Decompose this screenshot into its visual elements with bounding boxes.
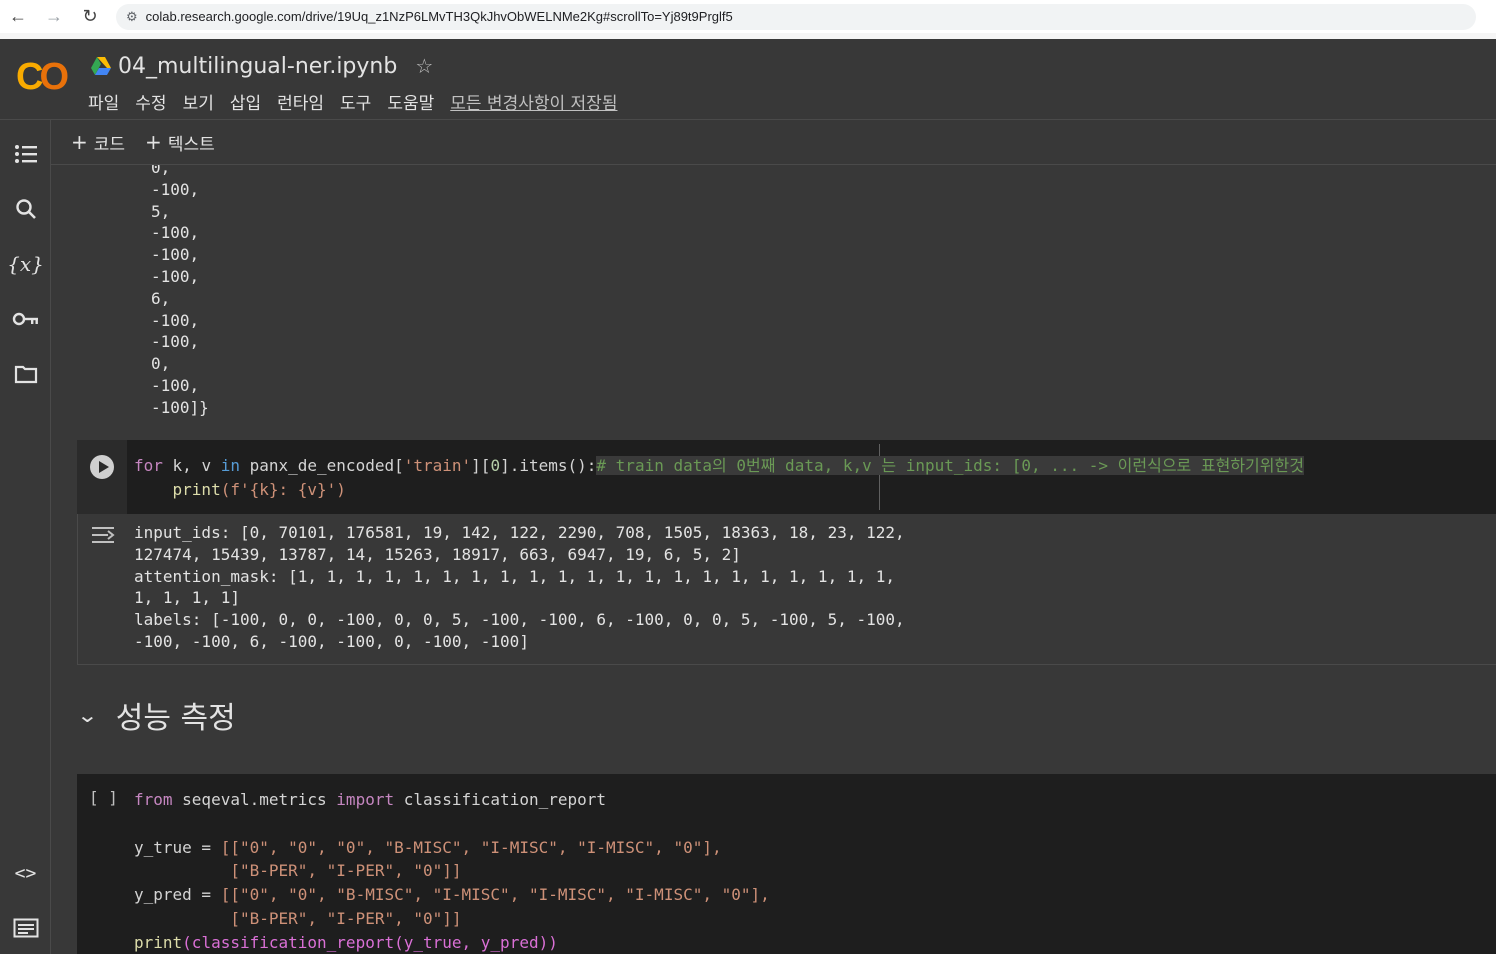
code-comment: # train data의 0번째 data, k,v 는 input_ids:… <box>596 456 1304 475</box>
play-icon <box>98 461 109 473</box>
back-icon[interactable]: ← <box>0 0 36 33</box>
menu-view[interactable]: 보기 <box>183 89 214 114</box>
code-token: 'train' <box>403 456 472 475</box>
code-token: ].items(): <box>500 456 597 475</box>
output-line: 0, <box>151 354 171 374</box>
doc-title-row: 04_multilingual-ner.ipynb ☆ <box>90 51 433 81</box>
star-icon[interactable]: ☆ <box>415 54 433 79</box>
reload-icon[interactable]: ↻ <box>72 0 108 33</box>
output-line: -100]} <box>151 397 209 417</box>
output-line: 5, <box>151 201 171 221</box>
code-token: print <box>172 480 221 499</box>
output-line: attention_mask: [1, 1, 1, 1, 1, 1, 1, 1,… <box>134 566 895 586</box>
previous-cell-output: 0, -100, 5, -100, -100, -100, 6, -100, -100, 0, -1… <box>151 165 209 419</box>
toc-icon[interactable] <box>0 137 51 171</box>
plus-icon: + <box>145 130 162 154</box>
terminal-icon[interactable] <box>0 911 51 945</box>
key-icon[interactable] <box>0 302 51 336</box>
output-line: -100, <box>151 223 200 243</box>
code-token: panx_de_encoded[ <box>239 456 404 475</box>
menu-bar: 파일 수정 보기 삽입 런타임 도구 도움말 모든 변경사항이 저장됨 <box>88 89 617 114</box>
search-icon[interactable] <box>0 192 51 226</box>
output-line: -100, -100, 6, -100, -100, 0, -100, -100… <box>134 631 529 651</box>
output-line: 127474, 15439, 13787, 14, 15263, 18917, … <box>134 544 741 564</box>
output-line: -100, <box>151 266 200 286</box>
menu-edit[interactable]: 수정 <box>135 89 166 114</box>
menu-tools[interactable]: 도구 <box>340 89 371 114</box>
forward-icon[interactable]: → <box>36 0 72 33</box>
code-token: (f'{k}: {v}') <box>220 480 346 499</box>
run-cell-button[interactable] <box>90 455 114 479</box>
folder-icon[interactable] <box>0 357 51 391</box>
save-status-link[interactable]: 모든 변경사항이 저장됨 <box>450 89 617 114</box>
notebook-area[interactable]: 0, -100, 5, -100, -100, -100, 6, -100, -100, 0, -1… <box>51 165 1496 954</box>
notebook-toolbar: + 코드 + 텍스트 <box>51 120 1496 165</box>
code-cell[interactable]: for k, v in panx_de_encoded['train'][0].… <box>77 440 1496 514</box>
output-toggle-icon[interactable] <box>90 524 118 552</box>
code-token: seqeval.metrics <box>172 790 337 809</box>
output-line: input_ids: [0, 70101, 176581, 19, 142, 1… <box>134 523 905 542</box>
output-line: -100, <box>151 375 200 395</box>
variables-icon[interactable]: {x} <box>0 247 51 281</box>
add-text-label: 텍스트 <box>167 134 215 155</box>
menu-file[interactable]: 파일 <box>88 89 119 114</box>
colab-logo[interactable]: CO <box>16 57 69 97</box>
output-line: -100, <box>151 310 200 330</box>
cell-gutter: [ ] <box>77 774 127 954</box>
section-heading: ⌄ 성능 측정 <box>76 693 236 737</box>
notebook-title[interactable]: 04_multilingual-ner.ipynb <box>118 54 397 79</box>
code-token: import <box>336 790 395 809</box>
cell-gutter <box>77 440 127 514</box>
menu-help[interactable]: 도움말 <box>387 89 434 114</box>
cell-output: input_ids: [0, 70101, 176581, 19, 142, 1… <box>77 514 1496 665</box>
add-code-button[interactable]: + 코드 <box>71 130 125 155</box>
code-editor[interactable]: from seqeval.metrics import classificati… <box>134 788 770 954</box>
code-token: y_pred = <box>134 885 221 905</box>
code-token: [["0", "0", "B-MISC", "I-MISC", "I-MISC"… <box>220 885 770 905</box>
section-title: 성능 측정 <box>115 701 236 736</box>
output-line: labels: [-100, 0, 0, -100, 0, 0, 5, -100… <box>134 610 905 630</box>
drive-icon <box>91 57 111 75</box>
add-text-button[interactable]: + 텍스트 <box>145 130 215 155</box>
code-token: in <box>220 456 240 475</box>
output-line: -100, <box>151 332 200 352</box>
site-info-icon[interactable]: ⚙ <box>126 9 138 25</box>
code-editor[interactable]: for k, v in panx_de_encoded['train'][0].… <box>134 454 1304 502</box>
chevron-down-icon[interactable]: ⌄ <box>76 703 98 728</box>
code-cell[interactable]: [ ] from seqeval.metrics import classifi… <box>77 774 1496 954</box>
code-token: [["0", "0", "0", "B-MISC", "I-MISC", "I-… <box>220 837 722 857</box>
code-token: print <box>134 932 183 952</box>
code-token: ][ <box>471 456 491 475</box>
left-sidebar: {x} <> <box>0 120 51 954</box>
execution-count[interactable]: [ ] <box>89 788 118 807</box>
code-token: y_true = <box>134 837 221 857</box>
code-token: from <box>134 790 173 809</box>
output-text: input_ids: [0, 70101, 176581, 19, 142, 1… <box>134 522 905 653</box>
output-line: -100, <box>151 245 200 265</box>
code-token: ["B-PER", "I-PER", "0"]] <box>134 908 462 928</box>
menu-runtime[interactable]: 런타임 <box>277 89 324 114</box>
output-line: 6, <box>151 288 171 308</box>
code-token: 0 <box>490 456 501 475</box>
output-line: -100, <box>151 179 200 199</box>
colab-header: CO 04_multilingual-ner.ipynb ☆ 파일 수정 보기 … <box>0 39 1496 120</box>
output-line: 0, <box>151 165 171 177</box>
browser-toolbar: ← → ↻ ⚙ colab.research.google.com/drive/… <box>0 0 1496 33</box>
code-token: (classification_report(y_true, y_pred)) <box>182 932 558 952</box>
code-token: classification_report <box>394 790 607 809</box>
output-line: 1, 1, 1, 1] <box>134 588 240 608</box>
code-token: ["B-PER", "I-PER", "0"]] <box>134 861 462 881</box>
url-text: colab.research.google.com/drive/19Uq_z1N… <box>145 9 733 24</box>
plus-icon: + <box>71 130 88 154</box>
menu-insert[interactable]: 삽입 <box>230 89 261 114</box>
add-code-label: 코드 <box>93 134 126 155</box>
code-token: k, v <box>162 456 221 475</box>
code-token: for <box>134 456 163 475</box>
code-snippets-icon[interactable]: <> <box>0 856 51 890</box>
address-bar[interactable]: ⚙ colab.research.google.com/drive/19Uq_z… <box>116 3 1476 30</box>
